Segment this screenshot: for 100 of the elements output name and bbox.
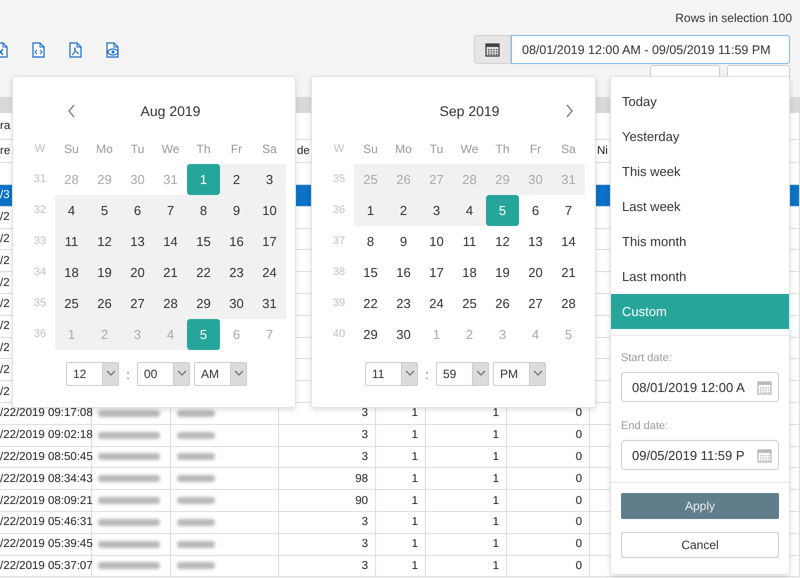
range-option[interactable]: Yesterday xyxy=(611,119,789,154)
table-cell: 0 xyxy=(576,450,582,463)
calendar-day[interactable]: 14 xyxy=(552,226,585,257)
calendar-day[interactable]: 24 xyxy=(420,288,453,319)
range-option[interactable]: Today xyxy=(611,84,789,119)
calendar-day[interactable]: 10 xyxy=(253,195,286,226)
calendar-day[interactable]: 20 xyxy=(121,257,154,288)
table-cell: /22/2019 09:02:18 xyxy=(0,429,93,442)
table-cell: 1 xyxy=(492,560,499,572)
calendar-day[interactable]: 2 xyxy=(387,195,420,226)
calendar-day[interactable]: 17 xyxy=(420,257,453,288)
week-number: 37 xyxy=(332,234,346,249)
column-header[interactable]: Ni xyxy=(597,145,608,157)
start-date-field[interactable]: 08/01/2019 12:00 A xyxy=(621,372,779,402)
calendar-day[interactable]: 25 xyxy=(453,288,486,319)
calendar-day[interactable]: 18 xyxy=(55,257,88,288)
pdf-export-icon[interactable] xyxy=(69,42,82,58)
calendar-day[interactable]: 29 xyxy=(187,288,220,319)
column-header[interactable]: ra xyxy=(0,120,10,132)
calendar-day[interactable]: 11 xyxy=(453,226,486,257)
calendar-day[interactable]: 17 xyxy=(253,226,286,257)
calendar-day[interactable]: 30 xyxy=(387,319,420,350)
calendar-day[interactable]: 4 xyxy=(453,195,486,226)
column-header[interactable]: re xyxy=(0,145,10,157)
calendar-day[interactable]: 7 xyxy=(552,195,585,226)
hour-select[interactable]: 11 xyxy=(365,362,418,386)
previous-month-button[interactable] xyxy=(66,104,76,118)
calendar-day[interactable]: 14 xyxy=(154,226,187,257)
calendar-day[interactable]: 3 xyxy=(253,164,286,195)
week-number: 33 xyxy=(32,234,48,249)
minute-select[interactable]: 00 xyxy=(137,362,190,386)
calendar-day[interactable]: 4 xyxy=(55,195,88,226)
table-cell: 1 xyxy=(492,516,499,528)
calendar-day[interactable]: 6 xyxy=(121,195,154,226)
range-option[interactable]: Last week xyxy=(611,189,789,224)
calendar-day[interactable]: 27 xyxy=(519,288,552,319)
weekday-label: Th xyxy=(494,141,510,158)
calendar-day[interactable]: 22 xyxy=(187,257,220,288)
table-cell: 1 xyxy=(492,450,499,463)
calendar-day[interactable]: 8 xyxy=(354,226,387,257)
range-option[interactable]: This month xyxy=(611,224,789,259)
calendar-day[interactable]: 13 xyxy=(519,226,552,257)
week-number: 31 xyxy=(32,172,48,187)
calendar-day[interactable]: 11 xyxy=(55,226,88,257)
calendar-day[interactable]: 31 xyxy=(253,288,286,319)
preview-icon[interactable] xyxy=(106,42,119,58)
range-option[interactable]: This week xyxy=(611,154,789,189)
next-month-button[interactable] xyxy=(564,104,574,118)
cancel-button[interactable]: Cancel xyxy=(621,532,779,558)
minute-select[interactable]: 59 xyxy=(436,362,489,386)
table-cell: 1 xyxy=(412,450,418,463)
calendar-day[interactable]: 5 xyxy=(88,195,121,226)
calendar-day[interactable]: 23 xyxy=(387,288,420,319)
date-range-field[interactable]: 08/01/2019 12:00 AM - 09/05/2019 11:59 PM xyxy=(511,35,790,64)
calendar-day[interactable]: 2 xyxy=(220,164,253,195)
calendar-day[interactable]: 12 xyxy=(486,226,519,257)
code-export-icon[interactable] xyxy=(32,42,45,58)
blurred-text xyxy=(177,475,215,482)
apply-button[interactable]: Apply xyxy=(621,493,779,519)
calendar-day[interactable]: 28 xyxy=(552,288,585,319)
calendar-day[interactable]: 15 xyxy=(187,226,220,257)
end-date-field[interactable]: 09/05/2019 11:59 P xyxy=(621,440,779,470)
calendar-day[interactable]: 9 xyxy=(220,195,253,226)
calendar-day[interactable]: 3 xyxy=(420,195,453,226)
calendar-day[interactable]: 30 xyxy=(220,288,253,319)
calendar-day[interactable]: 16 xyxy=(387,257,420,288)
calendar-day[interactable]: 8 xyxy=(187,195,220,226)
calendar-button[interactable] xyxy=(474,35,511,64)
calendar-day[interactable]: 22 xyxy=(354,288,387,319)
week-header: W xyxy=(332,142,346,157)
calendar-day[interactable]: 24 xyxy=(253,257,286,288)
calendar-day[interactable]: 21 xyxy=(154,257,187,288)
calendar-day[interactable]: 19 xyxy=(486,257,519,288)
calendar-day[interactable]: 28 xyxy=(154,288,187,319)
calendar-day[interactable]: 9 xyxy=(387,226,420,257)
column-header[interactable]: de xyxy=(297,145,310,157)
calendar-day[interactable]: 16 xyxy=(220,226,253,257)
calendar-day[interactable]: 15 xyxy=(354,257,387,288)
calendar-day[interactable]: 19 xyxy=(88,257,121,288)
calendar-day[interactable]: 20 xyxy=(519,257,552,288)
calendar-day[interactable]: 12 xyxy=(88,226,121,257)
row-count: Rows in selection 100 xyxy=(675,10,792,24)
calendar-day[interactable]: 13 xyxy=(121,226,154,257)
period-select[interactable]: AM xyxy=(194,362,247,386)
table-cell: 1 xyxy=(492,429,499,442)
calendar-day[interactable]: 18 xyxy=(453,257,486,288)
calendar-day[interactable]: 6 xyxy=(519,195,552,226)
calendar-day[interactable]: 25 xyxy=(55,288,88,319)
calendar-day[interactable]: 27 xyxy=(121,288,154,319)
calendar-day[interactable]: 29 xyxy=(354,319,387,350)
calendar-day[interactable]: 23 xyxy=(220,257,253,288)
range-option[interactable]: Last month xyxy=(611,259,789,294)
hour-select[interactable]: 12 xyxy=(66,362,119,386)
period-select[interactable]: PM xyxy=(493,362,546,386)
calendar-day[interactable]: 26 xyxy=(486,288,519,319)
calendar-day[interactable]: 21 xyxy=(552,257,585,288)
calendar-day[interactable]: 7 xyxy=(154,195,187,226)
calendar-day[interactable]: 1 xyxy=(354,195,387,226)
calendar-day[interactable]: 26 xyxy=(88,288,121,319)
calendar-day[interactable]: 10 xyxy=(420,226,453,257)
